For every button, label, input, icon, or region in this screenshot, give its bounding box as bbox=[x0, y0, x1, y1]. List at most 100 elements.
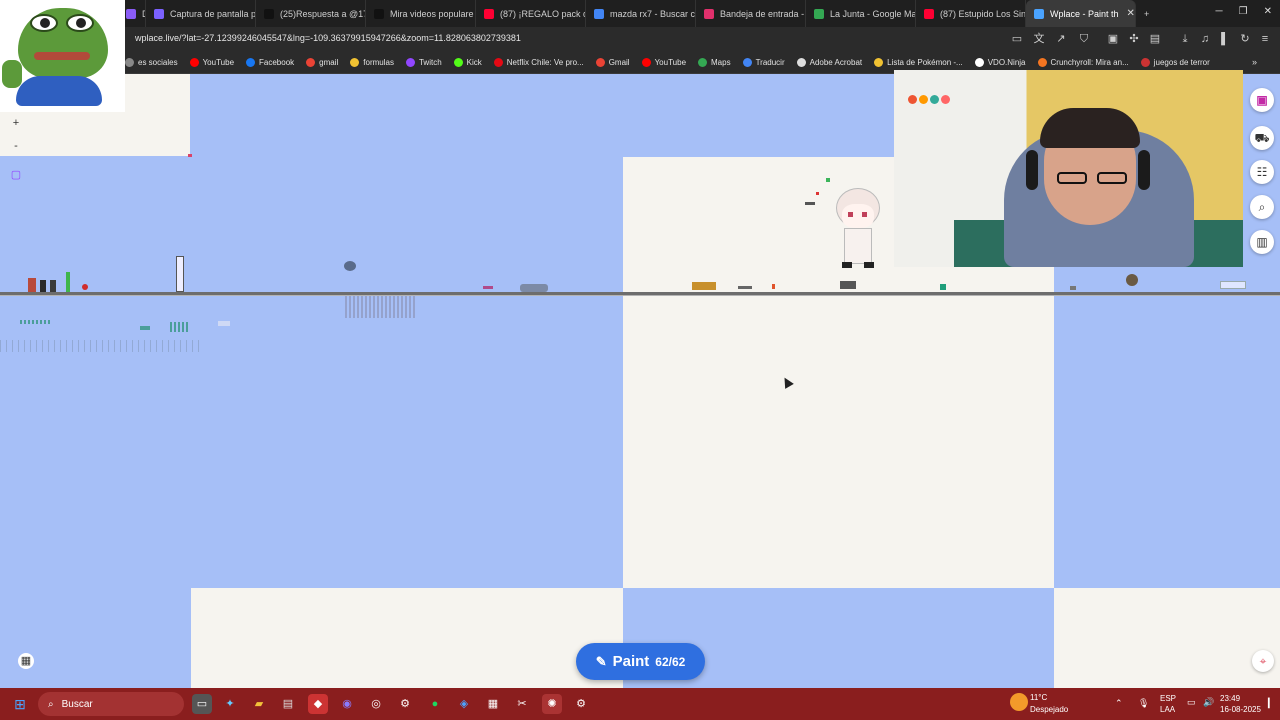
bookmark-item[interactable]: Facebook bbox=[246, 58, 294, 67]
browser-tab[interactable]: La Junta - Google Ma bbox=[806, 0, 916, 27]
bookmark-icon bbox=[405, 58, 415, 67]
browser-tab[interactable]: Wplace - Paint th ✕ bbox=[1026, 0, 1136, 27]
windows-taskbar: ⊞ ⌕ Buscar ▭ ✦ ▰ ▤ ◆ ◉ ◎ ⚙ ● ◈ ▦ ✂ ✺ ⚙ 1… bbox=[0, 688, 1280, 720]
locate-icon[interactable]: ⌖ bbox=[1252, 650, 1274, 672]
screen-cast-icon[interactable]: ▭ bbox=[1010, 32, 1024, 46]
pixel-art bbox=[28, 278, 36, 292]
bookmark-item[interactable]: Twitch bbox=[405, 58, 442, 67]
leaderboard-icon[interactable]: ☷ bbox=[1250, 160, 1274, 184]
url-field[interactable]: wplace.live/?lat=-27.12399246045547&lng=… bbox=[135, 33, 521, 43]
volume-icon[interactable]: 🔊 bbox=[1203, 697, 1214, 708]
bookmark-item[interactable]: Lista de Pokémon -... bbox=[874, 58, 963, 67]
panel-icon[interactable]: ▌ bbox=[1218, 32, 1232, 46]
display-icon[interactable]: ▭ bbox=[1187, 697, 1196, 708]
weather-desc[interactable]: Despejado bbox=[1030, 705, 1068, 714]
bookmark-item[interactable]: YouTube bbox=[189, 58, 234, 67]
puzzle-icon[interactable]: ✣ bbox=[1127, 32, 1141, 46]
search-map-icon[interactable]: ⌕ bbox=[1250, 195, 1274, 219]
tab-favicon-icon bbox=[126, 8, 136, 19]
chevron-up-icon[interactable]: ⌃ bbox=[1115, 698, 1123, 709]
task-view-icon[interactable]: ▭ bbox=[192, 694, 212, 714]
shield-icon[interactable]: ⛉ bbox=[1077, 32, 1091, 46]
language-code[interactable]: ESP bbox=[1160, 694, 1176, 703]
brave-icon[interactable]: ◆ bbox=[308, 694, 328, 714]
bookmark-item[interactable]: VDO.Ninja bbox=[974, 58, 1026, 67]
twitch-icon[interactable]: ▢ bbox=[8, 167, 24, 183]
browser-tab[interactable]: mazda rx7 - Buscar c bbox=[586, 0, 696, 27]
app-icon[interactable]: ◈ bbox=[454, 694, 474, 714]
copilot-icon[interactable]: ✦ bbox=[220, 694, 240, 714]
extension-icon[interactable]: ▣ bbox=[1106, 32, 1120, 46]
music-icon[interactable]: ♫ bbox=[1198, 32, 1212, 46]
close-tab-icon[interactable]: ✕ bbox=[1127, 8, 1135, 19]
tab-label: (25)Respuesta a @17 bbox=[280, 8, 366, 19]
notepad-icon[interactable]: ▦ bbox=[483, 694, 503, 714]
bookmark-icon bbox=[595, 58, 605, 67]
bookmark-item[interactable]: Traducir bbox=[742, 58, 785, 67]
spotify-icon[interactable]: ● bbox=[425, 694, 445, 714]
zoom-in-icon[interactable]: + bbox=[8, 115, 24, 131]
store-icon[interactable]: ⛟ bbox=[1250, 126, 1274, 150]
store-app-icon[interactable]: ▤ bbox=[278, 694, 298, 714]
browser-tab[interactable]: Captura de pantalla p bbox=[146, 0, 256, 27]
bookmark-item[interactable]: Adobe Acrobat bbox=[796, 58, 862, 67]
bookmark-icon bbox=[453, 58, 463, 67]
obs-icon[interactable]: ◎ bbox=[366, 694, 386, 714]
translate-icon[interactable]: 文 bbox=[1032, 32, 1046, 46]
bookmark-item[interactable]: Kick bbox=[453, 58, 482, 67]
microphone-icon[interactable]: 🎙 bbox=[1138, 698, 1149, 709]
language-region[interactable]: LAA bbox=[1160, 705, 1175, 714]
bookmark-label: gmail bbox=[319, 58, 339, 67]
browser-tab[interactable]: (87) ¡REGALO pack de bbox=[476, 0, 586, 27]
browser-tab[interactable]: Bandeja de entrada - bbox=[696, 0, 806, 27]
paint-charges: 62/62 bbox=[655, 654, 686, 669]
steam-icon[interactable]: ⚙ bbox=[395, 694, 415, 714]
more-bookmarks-icon[interactable]: » bbox=[1252, 57, 1257, 67]
windows-start-icon[interactable]: ⊞ bbox=[10, 694, 30, 714]
close-window-icon[interactable]: ✕ bbox=[1264, 6, 1272, 17]
taskbar-search[interactable]: ⌕ Buscar bbox=[38, 692, 184, 716]
tab-label: La Junta - Google Ma bbox=[830, 8, 916, 19]
layers-icon[interactable]: ▦ bbox=[18, 653, 34, 669]
discord-icon[interactable]: ◉ bbox=[337, 694, 357, 714]
bookmark-item[interactable]: YouTube bbox=[641, 58, 686, 67]
clock-date[interactable]: 16-08-2025 bbox=[1220, 705, 1261, 714]
chatgpt-icon[interactable]: ✺ bbox=[542, 694, 562, 714]
weather-icon bbox=[1010, 693, 1028, 711]
bookmark-item[interactable]: Gmail bbox=[595, 58, 630, 67]
share-icon[interactable]: ↗ bbox=[1054, 32, 1068, 46]
settings-icon[interactable]: ⚙ bbox=[571, 694, 591, 714]
browser-tab[interactable]: (25)Respuesta a @17 bbox=[256, 0, 366, 27]
bookmark-icon bbox=[350, 58, 360, 67]
bookmark-item[interactable]: formulas bbox=[350, 58, 394, 67]
clock-time[interactable]: 23:49 bbox=[1220, 694, 1240, 703]
capcut-icon[interactable]: ✂ bbox=[512, 694, 532, 714]
file-explorer-icon[interactable]: ▰ bbox=[249, 694, 269, 714]
bookmark-item[interactable]: gmail bbox=[306, 58, 338, 67]
bookmark-label: Traducir bbox=[755, 58, 785, 67]
sidebar-icon[interactable]: ▤ bbox=[1148, 32, 1162, 46]
avatar[interactable]: ▣ bbox=[1250, 88, 1274, 112]
pixel-art bbox=[772, 284, 775, 289]
restore-icon[interactable]: ❐ bbox=[1239, 6, 1248, 17]
stats-icon[interactable]: ▥ bbox=[1250, 230, 1274, 254]
bookmark-item[interactable]: Netflix Chile: Ve pro... bbox=[493, 58, 584, 67]
new-tab-button[interactable]: + bbox=[1136, 0, 1157, 27]
browser-tab[interactable]: (87) Estupido Los Sin bbox=[916, 0, 1026, 27]
paint-button[interactable]: ✎ Paint 62/62 bbox=[576, 643, 705, 680]
search-icon: ⌕ bbox=[48, 698, 54, 710]
bookmark-label: es sociales bbox=[138, 58, 178, 67]
browser-tab[interactable]: Mira videos populare bbox=[366, 0, 476, 27]
refresh-icon[interactable]: ↻ bbox=[1238, 32, 1252, 46]
tab-label: Bandeja de entrada - bbox=[720, 8, 805, 19]
bookmark-item[interactable]: Maps bbox=[698, 58, 731, 67]
menu-icon[interactable]: ≡ bbox=[1258, 32, 1272, 46]
download-icon[interactable]: ⤓ bbox=[1178, 32, 1192, 46]
bookmark-item[interactable]: juegos de terror bbox=[1140, 58, 1210, 67]
bookmark-item[interactable]: Crunchyroll: Mira an... bbox=[1037, 58, 1129, 67]
bookmark-item[interactable]: es sociales bbox=[125, 58, 178, 67]
minimize-icon[interactable]: ─ bbox=[1216, 6, 1223, 17]
weather-temp[interactable]: 11°C bbox=[1030, 693, 1047, 702]
notification-icon[interactable]: ▎ bbox=[1268, 698, 1275, 709]
zoom-out-icon[interactable]: - bbox=[8, 138, 24, 154]
